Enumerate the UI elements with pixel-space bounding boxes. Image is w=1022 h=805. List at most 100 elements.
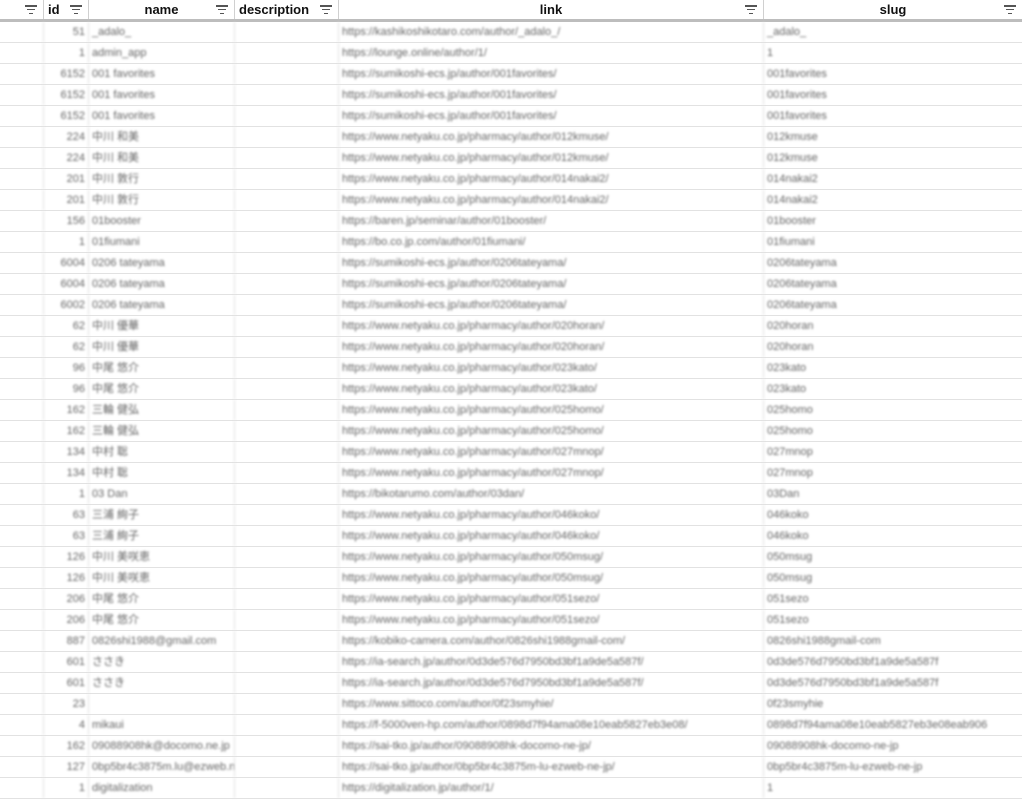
id-cell[interactable]: 1 — [44, 778, 89, 798]
rownum-cell[interactable] — [0, 442, 44, 462]
description-cell[interactable] — [235, 505, 339, 525]
link-cell[interactable]: https://sai-tko.jp/author/0bp5br4c3875m-… — [339, 757, 764, 777]
rownum-cell[interactable] — [0, 400, 44, 420]
link-cell[interactable]: https://www.netyaku.co.jp/pharmacy/autho… — [339, 400, 764, 420]
rownum-cell[interactable] — [0, 232, 44, 252]
name-cell[interactable]: 三浦 絢子 — [89, 505, 235, 525]
slug-cell[interactable]: 03Dan — [764, 484, 1022, 504]
id-cell[interactable]: 126 — [44, 568, 89, 588]
name-cell[interactable]: ささき — [89, 673, 235, 693]
rownum-cell[interactable] — [0, 715, 44, 735]
id-cell[interactable]: 4 — [44, 715, 89, 735]
rownum-cell[interactable] — [0, 421, 44, 441]
name-cell[interactable]: 三輪 健弘 — [89, 400, 235, 420]
link-cell[interactable]: https://sumikoshi-ecs.jp/author/001favor… — [339, 106, 764, 126]
rownum-cell[interactable] — [0, 148, 44, 168]
description-cell[interactable] — [235, 694, 339, 714]
description-cell[interactable] — [235, 463, 339, 483]
description-cell[interactable] — [235, 379, 339, 399]
column-header-name[interactable]: name — [89, 0, 235, 19]
link-cell[interactable]: https://sumikoshi-ecs.jp/author/001favor… — [339, 64, 764, 84]
description-cell[interactable] — [235, 106, 339, 126]
name-cell[interactable]: 001 favorites — [89, 85, 235, 105]
description-cell[interactable] — [235, 589, 339, 609]
rownum-cell[interactable] — [0, 463, 44, 483]
slug-cell[interactable]: 050msug — [764, 547, 1022, 567]
column-header-link[interactable]: link — [339, 0, 764, 19]
id-cell[interactable]: 6002 — [44, 295, 89, 315]
description-cell[interactable] — [235, 568, 339, 588]
link-cell[interactable]: https://www.netyaku.co.jp/pharmacy/autho… — [339, 127, 764, 147]
description-cell[interactable] — [235, 127, 339, 147]
description-cell[interactable] — [235, 148, 339, 168]
link-cell[interactable]: https://www.netyaku.co.jp/pharmacy/autho… — [339, 316, 764, 336]
filter-icon[interactable] — [25, 5, 37, 14]
id-cell[interactable]: 601 — [44, 652, 89, 672]
slug-cell[interactable]: _adalo_ — [764, 22, 1022, 42]
rownum-cell[interactable] — [0, 64, 44, 84]
description-cell[interactable] — [235, 337, 339, 357]
id-cell[interactable]: 601 — [44, 673, 89, 693]
slug-cell[interactable]: 014nakai2 — [764, 190, 1022, 210]
id-cell[interactable]: 224 — [44, 148, 89, 168]
description-cell[interactable] — [235, 610, 339, 630]
description-cell[interactable] — [235, 22, 339, 42]
name-cell[interactable]: 0bp5br4c3875m.lu@ezweb.ne.jp — [89, 757, 235, 777]
slug-cell[interactable]: 1 — [764, 43, 1022, 63]
link-cell[interactable]: https://bo.co.jp.com/author/01fiumani/ — [339, 232, 764, 252]
link-cell[interactable]: https://www.netyaku.co.jp/pharmacy/autho… — [339, 379, 764, 399]
description-cell[interactable] — [235, 547, 339, 567]
description-cell[interactable] — [235, 526, 339, 546]
slug-cell[interactable]: 027mnop — [764, 442, 1022, 462]
description-cell[interactable] — [235, 64, 339, 84]
id-cell[interactable]: 1 — [44, 232, 89, 252]
description-cell[interactable] — [235, 673, 339, 693]
name-cell[interactable]: 0206 tateyama — [89, 295, 235, 315]
id-cell[interactable]: 162 — [44, 421, 89, 441]
slug-cell[interactable]: 025homo — [764, 421, 1022, 441]
slug-cell[interactable]: 023kato — [764, 358, 1022, 378]
id-cell[interactable]: 206 — [44, 589, 89, 609]
link-cell[interactable]: https://baren.jp/seminar/author/01booste… — [339, 211, 764, 231]
filter-icon[interactable] — [745, 5, 757, 14]
link-cell[interactable]: https://www.netyaku.co.jp/pharmacy/autho… — [339, 421, 764, 441]
description-cell[interactable] — [235, 736, 339, 756]
slug-cell[interactable]: 046koko — [764, 526, 1022, 546]
filter-icon[interactable] — [70, 5, 82, 14]
rownum-cell[interactable] — [0, 547, 44, 567]
slug-cell[interactable]: 050msug — [764, 568, 1022, 588]
slug-cell[interactable]: 0d3de576d7950bd3bf1a9de5a587f — [764, 652, 1022, 672]
slug-cell[interactable]: 09088908hk-docomo-ne-jp — [764, 736, 1022, 756]
id-cell[interactable]: 6004 — [44, 253, 89, 273]
id-cell[interactable]: 6004 — [44, 274, 89, 294]
description-cell[interactable] — [235, 421, 339, 441]
name-cell[interactable]: 中村 聡 — [89, 442, 235, 462]
id-cell[interactable]: 63 — [44, 505, 89, 525]
name-cell[interactable]: digitalization — [89, 778, 235, 798]
slug-cell[interactable]: 1 — [764, 778, 1022, 798]
id-cell[interactable]: 51 — [44, 22, 89, 42]
slug-cell[interactable]: 0206tateyama — [764, 295, 1022, 315]
name-cell[interactable]: 0206 tateyama — [89, 274, 235, 294]
link-cell[interactable]: https://www.netyaku.co.jp/pharmacy/autho… — [339, 169, 764, 189]
description-cell[interactable] — [235, 358, 339, 378]
slug-cell[interactable]: 001favorites — [764, 64, 1022, 84]
description-cell[interactable] — [235, 631, 339, 651]
rownum-cell[interactable] — [0, 526, 44, 546]
link-cell[interactable]: https://www.netyaku.co.jp/pharmacy/autho… — [339, 463, 764, 483]
description-cell[interactable] — [235, 316, 339, 336]
rownum-cell[interactable] — [0, 295, 44, 315]
link-cell[interactable]: https://bikotarumo.com/author/03dan/ — [339, 484, 764, 504]
rownum-cell[interactable] — [0, 274, 44, 294]
slug-cell[interactable]: 01booster — [764, 211, 1022, 231]
id-cell[interactable]: 127 — [44, 757, 89, 777]
rownum-cell[interactable] — [0, 778, 44, 798]
rownum-cell[interactable] — [0, 736, 44, 756]
id-cell[interactable]: 6152 — [44, 85, 89, 105]
name-cell[interactable]: 03 Dan — [89, 484, 235, 504]
slug-cell[interactable]: 027mnop — [764, 463, 1022, 483]
id-cell[interactable]: 62 — [44, 316, 89, 336]
name-cell[interactable]: 01fiumani — [89, 232, 235, 252]
name-cell[interactable]: mikaui — [89, 715, 235, 735]
link-cell[interactable]: https://www.netyaku.co.jp/pharmacy/autho… — [339, 148, 764, 168]
